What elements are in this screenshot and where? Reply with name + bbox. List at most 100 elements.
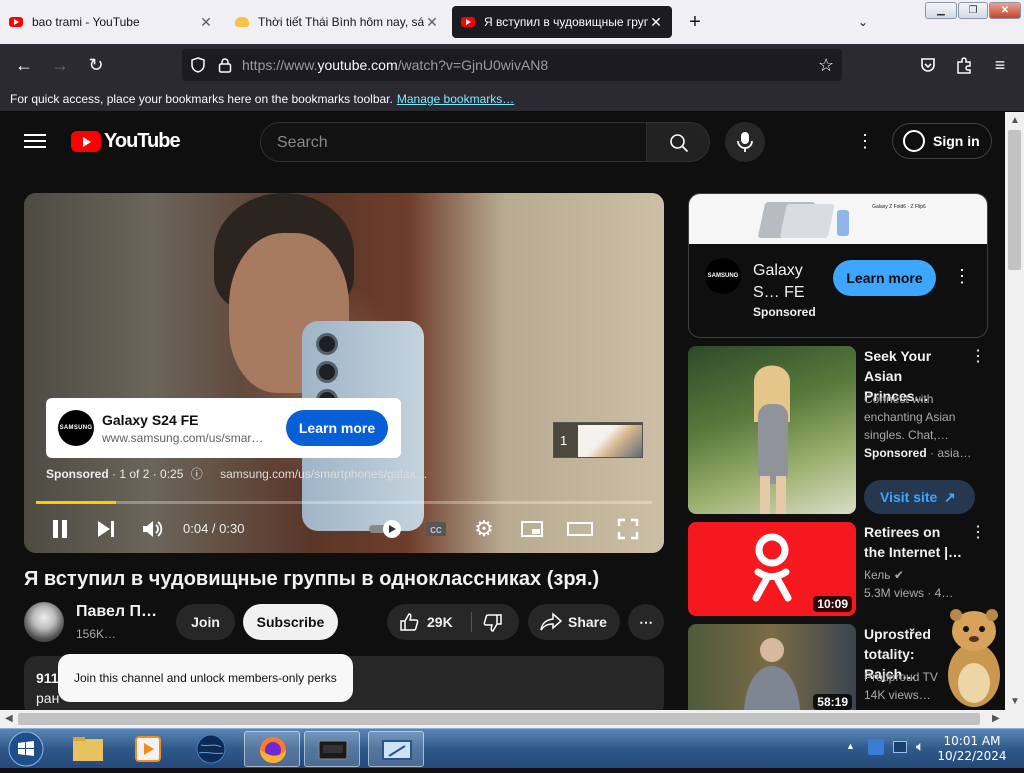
- bookmark-star-icon[interactable]: ☆: [818, 55, 834, 76]
- ad-preview-box[interactable]: 1: [553, 422, 643, 458]
- clock-date: 10/22/2024: [937, 749, 1007, 763]
- reload-button[interactable]: ↻: [84, 53, 108, 77]
- taskbar-window-app[interactable]: [304, 731, 360, 767]
- url-text[interactable]: https://www.youtube.com/watch?v=GjnU0wiv…: [242, 57, 548, 73]
- video-thumbnail[interactable]: 58:19: [688, 624, 856, 710]
- channel-avatar[interactable]: [24, 602, 64, 642]
- tab-weather[interactable]: Thời tiết Thái Bình hôm nay, sáng ✕: [226, 6, 448, 38]
- cc-icon: CC: [426, 522, 446, 536]
- taskbar-media-player[interactable]: [120, 731, 176, 767]
- channel-name[interactable]: Павел П…: [76, 603, 157, 621]
- scroll-right-icon[interactable]: ▶: [992, 713, 1000, 724]
- taskbar-globe[interactable]: [183, 731, 239, 767]
- like-button[interactable]: 29K: [387, 604, 471, 640]
- mute-button[interactable]: [141, 517, 165, 541]
- weather-favicon-icon: [234, 14, 250, 30]
- channel-name[interactable]: Кель: [864, 568, 891, 582]
- back-button[interactable]: ←: [12, 53, 36, 77]
- video-title[interactable]: Retirees on the Internet |…: [864, 522, 964, 562]
- hamster-image: [948, 609, 1000, 707]
- thumbs-down-icon: [483, 614, 502, 632]
- taskbar-explorer[interactable]: [60, 731, 116, 767]
- miniplayer-button[interactable]: [520, 517, 544, 541]
- url-prefix: https://www.: [242, 57, 318, 73]
- scrollbar-thumb[interactable]: [1008, 130, 1021, 270]
- search-input[interactable]: [277, 132, 627, 154]
- system-clock[interactable]: 10:01 AM 10/22/2024: [930, 734, 1014, 764]
- scroll-up-icon[interactable]: ▲: [1010, 115, 1020, 126]
- ad-overlay-card[interactable]: SAMSUNG Galaxy S24 FE www.samsung.com/us…: [46, 398, 401, 458]
- youtube-logo[interactable]: YouTube: [71, 129, 181, 153]
- settings-more-button[interactable]: ⋮: [855, 131, 875, 151]
- shield-icon[interactable]: [190, 57, 206, 73]
- youtube-play-icon: [71, 130, 101, 152]
- globe-icon: [196, 734, 226, 764]
- autoplay-toggle[interactable]: [368, 517, 402, 541]
- sign-in-button[interactable]: Sign in: [892, 123, 992, 159]
- vertical-scrollbar[interactable]: ▲ ▼: [1005, 112, 1024, 710]
- video-player[interactable]: [24, 193, 664, 553]
- minimize-button[interactable]: ▁: [925, 2, 957, 19]
- taskbar-remote-app[interactable]: [368, 731, 424, 767]
- fullscreen-button[interactable]: [616, 517, 640, 541]
- horizontal-scrollbar[interactable]: ◀ ▶: [0, 710, 1024, 728]
- remote-desktop-icon: [382, 740, 412, 760]
- more-vertical-icon[interactable]: ⋮: [970, 346, 986, 366]
- sidebar-ad-card[interactable]: Galaxy Z Fold6 · Z Flip6 SAMSUNG Galaxy …: [688, 193, 988, 338]
- extensions-button[interactable]: [952, 53, 976, 77]
- bookmarks-hint-text: For quick access, place your bookmarks h…: [10, 92, 393, 106]
- join-button[interactable]: Join: [176, 604, 235, 640]
- url-bar[interactable]: https://www.youtube.com/watch?v=GjnU0wiv…: [182, 49, 842, 81]
- show-hidden-icons-button[interactable]: ▲: [846, 741, 855, 751]
- new-tab-button[interactable]: +: [684, 11, 706, 33]
- recommendation-item[interactable]: 10:09 Retirees on the Internet |… Кель ✔…: [688, 522, 988, 617]
- app-menu-button[interactable]: ≡: [988, 53, 1012, 77]
- subscribe-button[interactable]: Subscribe: [243, 604, 338, 640]
- voice-search-button[interactable]: [725, 122, 765, 162]
- captions-button[interactable]: CC: [424, 517, 448, 541]
- more-vertical-icon[interactable]: ⋮: [970, 522, 986, 542]
- visit-site-button[interactable]: Visit site ↗: [864, 480, 975, 514]
- close-tab-icon[interactable]: ✕: [198, 14, 214, 31]
- video-thumbnail[interactable]: [688, 346, 856, 514]
- progress-bar[interactable]: [36, 501, 652, 504]
- guide-menu-button[interactable]: [24, 131, 46, 151]
- next-button[interactable]: [95, 517, 117, 541]
- theater-mode-button[interactable]: [567, 517, 593, 541]
- info-icon[interactable]: ⓘ: [191, 467, 203, 481]
- scrollbar-thumb[interactable]: [18, 713, 980, 725]
- start-button[interactable]: [4, 730, 48, 768]
- ad-banner-image[interactable]: Galaxy Z Fold6 · Z Flip6: [689, 194, 987, 244]
- settings-button[interactable]: ⚙: [472, 517, 496, 541]
- more-vertical-icon[interactable]: ⋮: [953, 266, 971, 287]
- lock-icon[interactable]: [218, 57, 232, 73]
- close-tab-icon[interactable]: ✕: [424, 14, 440, 31]
- forward-button[interactable]: →: [48, 53, 72, 77]
- video-thumbnail[interactable]: 10:09: [688, 522, 856, 616]
- more-actions-button[interactable]: ⋯: [628, 604, 664, 640]
- scroll-down-icon[interactable]: ▼: [1010, 696, 1020, 707]
- close-tab-icon[interactable]: ✕: [648, 14, 664, 31]
- ad-link[interactable]: samsung.com/us/smartphones/galax…: [220, 467, 427, 481]
- scroll-left-icon[interactable]: ◀: [5, 713, 13, 724]
- tab-active[interactable]: Я вступил в чудовищные групп ✕: [452, 6, 672, 38]
- search-button[interactable]: [646, 122, 710, 162]
- taskbar-firefox[interactable]: [244, 731, 300, 767]
- pocket-button[interactable]: [916, 53, 940, 77]
- recommendation-item[interactable]: Seek Your Asian Princes… Connect with en…: [688, 346, 988, 516]
- manage-bookmarks-link[interactable]: Manage bookmarks…: [397, 92, 514, 106]
- play-pause-button[interactable]: [49, 517, 71, 541]
- learn-more-button[interactable]: Learn more: [833, 260, 936, 296]
- ad-info-bar: Sponsored · 1 of 2 · 0:25 ⓘ samsung.com/…: [46, 465, 436, 481]
- bookmarks-hint: For quick access, place your bookmarks h…: [10, 92, 514, 106]
- dislike-button[interactable]: [473, 604, 519, 640]
- window-close-button[interactable]: ✕: [989, 2, 1021, 19]
- tab-youtube-search[interactable]: bao trami - YouTube ✕: [0, 6, 222, 38]
- maximize-button[interactable]: ❐: [958, 2, 988, 19]
- volume-tray-icon[interactable]: 🔈︎: [916, 738, 924, 755]
- display-icon[interactable]: [893, 741, 907, 753]
- learn-more-button[interactable]: Learn more: [286, 410, 388, 446]
- list-tabs-button[interactable]: ⌄: [852, 11, 874, 33]
- share-button[interactable]: Share: [528, 604, 620, 640]
- network-icon[interactable]: [868, 739, 884, 755]
